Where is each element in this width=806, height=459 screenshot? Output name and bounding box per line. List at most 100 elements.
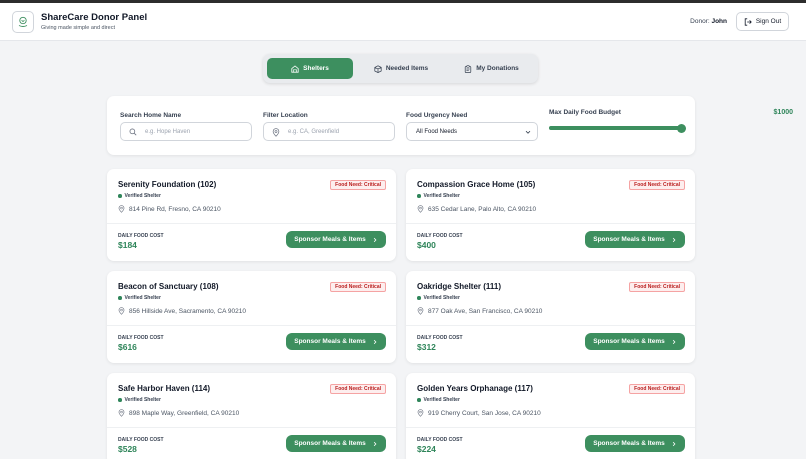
verified-label: Verified Shelter xyxy=(423,397,460,403)
sponsor-button[interactable]: Sponsor Meals & Items xyxy=(585,435,685,452)
house-icon xyxy=(291,64,299,73)
app-title: ShareCare Donor Panel xyxy=(41,12,148,23)
sponsor-button[interactable]: Sponsor Meals & Items xyxy=(585,333,685,350)
card-divider xyxy=(406,223,695,224)
verified-dot-icon xyxy=(118,194,122,198)
heart-hands-icon xyxy=(18,16,28,27)
daily-food-cost-label: DAILY FOOD COST xyxy=(417,335,463,341)
verified-status: Verified Shelter xyxy=(417,295,460,301)
search-icon xyxy=(129,128,137,136)
urgency-select[interactable]: All Food Needs xyxy=(406,122,538,141)
shelter-name: Compassion Grace Home (105) xyxy=(417,180,536,189)
chevron-right-icon xyxy=(672,237,676,242)
sponsor-button[interactable]: Sponsor Meals & Items xyxy=(286,333,386,350)
main-tabs: Shelters Needed Items My Donations xyxy=(263,54,538,83)
sponsor-button[interactable]: Sponsor Meals & Items xyxy=(286,231,386,248)
daily-food-cost-value: $528 xyxy=(118,444,137,454)
sponsor-button-label: Sponsor Meals & Items xyxy=(294,440,366,447)
budget-slider[interactable] xyxy=(549,123,686,133)
chevron-right-icon xyxy=(373,237,377,242)
map-pin-icon xyxy=(417,307,424,315)
donor-name: John xyxy=(711,18,727,25)
map-pin-icon xyxy=(417,205,424,213)
shelter-card: Golden Years Orphanage (117) Food Need: … xyxy=(406,373,695,459)
verified-dot-icon xyxy=(417,398,421,402)
daily-food-cost-label: DAILY FOOD COST xyxy=(118,335,164,341)
app-subtitle: Giving made simple and direct xyxy=(41,25,115,31)
shelter-name: Serenity Foundation (102) xyxy=(118,180,217,189)
address-text: 635 Cedar Lane, Palo Alto, CA 90210 xyxy=(428,205,537,213)
shelter-address: 635 Cedar Lane, Palo Alto, CA 90210 xyxy=(417,205,536,213)
shelter-card: Beacon of Sanctuary (108) Food Need: Cri… xyxy=(107,271,396,363)
shelter-address: 919 Cherry Court, San Jose, CA 90210 xyxy=(417,409,541,417)
verified-status: Verified Shelter xyxy=(118,397,161,403)
tab-needed-items-label: Needed Items xyxy=(385,65,429,72)
search-placeholder: e.g. Hope Haven xyxy=(145,128,191,135)
shelter-card: Oakridge Shelter (111) Food Need: Critic… xyxy=(406,271,695,363)
food-need-badge: Food Need: Critical xyxy=(330,384,386,394)
daily-food-cost-label: DAILY FOOD COST xyxy=(417,437,463,443)
tab-needed-items[interactable]: Needed Items xyxy=(357,58,445,79)
sign-out-button[interactable]: Sign Out xyxy=(736,12,789,31)
verified-dot-icon xyxy=(417,194,421,198)
budget-slider-fill xyxy=(549,126,681,130)
food-need-badge: Food Need: Critical xyxy=(629,180,685,190)
chevron-right-icon xyxy=(672,339,676,344)
address-text: 877 Oak Ave, San Francisco, CA 90210 xyxy=(428,307,543,315)
budget-slider-thumb[interactable] xyxy=(676,123,686,133)
card-divider xyxy=(107,223,396,224)
daily-food-cost-label: DAILY FOOD COST xyxy=(118,437,164,443)
verified-dot-icon xyxy=(118,398,122,402)
search-input[interactable]: e.g. Hope Haven xyxy=(120,122,252,141)
urgency-selected: All Food Needs xyxy=(416,128,458,135)
app-header: ShareCare Donor Panel Giving made simple… xyxy=(0,3,806,41)
verified-status: Verified Shelter xyxy=(118,193,161,199)
sponsor-button-label: Sponsor Meals & Items xyxy=(294,236,366,243)
food-need-badge: Food Need: Critical xyxy=(330,180,386,190)
app-logo xyxy=(12,11,34,33)
urgency-label: Food Urgency Need xyxy=(406,112,468,119)
shelter-address: 856 Hillside Ave, Sacramento, CA 90210 xyxy=(118,307,246,315)
sponsor-button-label: Sponsor Meals & Items xyxy=(593,338,665,345)
daily-food-cost-label: DAILY FOOD COST xyxy=(118,233,164,239)
shelter-address: 814 Pine Rd, Fresno, CA 90210 xyxy=(118,205,221,213)
chevron-right-icon xyxy=(672,441,676,446)
address-text: 856 Hillside Ave, Sacramento, CA 90210 xyxy=(129,307,246,315)
location-label: Filter Location xyxy=(263,112,308,119)
tab-shelters[interactable]: Shelters xyxy=(267,58,353,79)
sign-out-label: Sign Out xyxy=(755,18,782,25)
daily-food-cost-value: $312 xyxy=(417,342,436,352)
sponsor-button[interactable]: Sponsor Meals & Items xyxy=(286,435,386,452)
food-need-badge: Food Need: Critical xyxy=(629,384,685,394)
verified-status: Verified Shelter xyxy=(417,397,460,403)
shelter-card: Compassion Grace Home (105) Food Need: C… xyxy=(406,169,695,261)
clipboard-icon xyxy=(465,64,472,73)
chevron-right-icon xyxy=(373,339,377,344)
verified-label: Verified Shelter xyxy=(423,193,460,199)
verified-label: Verified Shelter xyxy=(124,397,161,403)
verified-label: Verified Shelter xyxy=(423,295,460,301)
shelter-name: Golden Years Orphanage (117) xyxy=(417,384,533,393)
location-input[interactable]: e.g. CA, Greenfield xyxy=(263,122,395,141)
tab-my-donations-label: My Donations xyxy=(476,65,519,72)
tab-my-donations[interactable]: My Donations xyxy=(449,58,534,79)
card-divider xyxy=(406,325,695,326)
sponsor-button[interactable]: Sponsor Meals & Items xyxy=(585,231,685,248)
filter-panel: Search Home Name e.g. Hope Haven Filter … xyxy=(107,96,695,155)
verified-label: Verified Shelter xyxy=(124,193,161,199)
verified-status: Verified Shelter xyxy=(118,295,161,301)
search-label: Search Home Name xyxy=(120,112,182,119)
daily-food-cost-value: $184 xyxy=(118,240,137,250)
shelter-address: 898 Maple Way, Greenfield, CA 90210 xyxy=(118,409,239,417)
food-need-badge: Food Need: Critical xyxy=(330,282,386,292)
budget-label: Max Daily Food Budget xyxy=(549,109,621,116)
card-divider xyxy=(107,427,396,428)
card-divider xyxy=(107,325,396,326)
daily-food-cost-value: $400 xyxy=(417,240,436,250)
daily-food-cost-label: DAILY FOOD COST xyxy=(417,233,463,239)
donor-info: Donor: John xyxy=(690,18,727,25)
map-pin-icon xyxy=(118,409,125,417)
sign-out-icon xyxy=(744,17,752,26)
sponsor-button-label: Sponsor Meals & Items xyxy=(593,236,665,243)
verified-dot-icon xyxy=(417,296,421,300)
